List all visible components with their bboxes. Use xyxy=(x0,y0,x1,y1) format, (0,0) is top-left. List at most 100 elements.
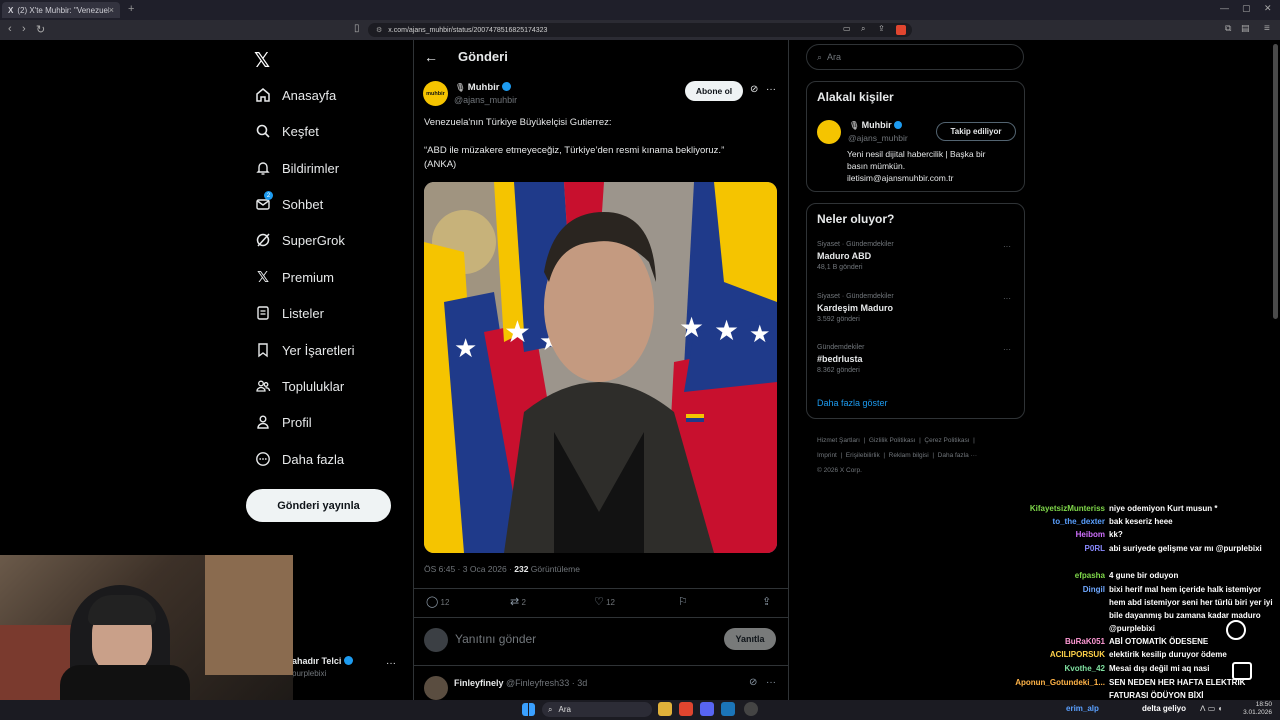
chat-text: delta geliyo xyxy=(1142,704,1187,713)
svg-text:★: ★ xyxy=(679,311,704,344)
obs-icon[interactable] xyxy=(744,702,758,716)
reply-input[interactable]: Yanıtını gönder xyxy=(455,632,536,646)
trend-item[interactable]: Siyaset · Gündemdekiler Kardeşim Maduro … xyxy=(817,293,1017,323)
nav-item-lists[interactable]: Listeler xyxy=(254,301,324,325)
following-button[interactable]: Takip ediliyor xyxy=(936,122,1016,141)
bookmark-action-icon[interactable]: ⚐ xyxy=(678,595,688,608)
account-more-icon[interactable]: ··· xyxy=(386,658,396,669)
tab-close-icon[interactable]: × xyxy=(109,5,114,15)
related-avatar[interactable] xyxy=(817,120,841,144)
post-time[interactable]: ÖS 6:45 · 3 Oca 2026 · xyxy=(424,564,514,574)
show-more-link[interactable]: Daha fazla göster xyxy=(817,398,888,408)
related-name-row[interactable]: 🎙 Muhbir xyxy=(849,120,903,130)
nav-item-premium[interactable]: 𝕏 Premium xyxy=(254,265,334,289)
browser-tab-active[interactable]: X (2) X'te Muhbir: "Venezuela'n × xyxy=(2,2,120,18)
reply-more-icon[interactable]: ··· xyxy=(766,677,776,688)
trend-more-icon[interactable]: ··· xyxy=(1003,242,1011,251)
x-logo-icon[interactable]: 𝕏 xyxy=(254,48,270,73)
nav-item-chat[interactable]: 2 Sohbet xyxy=(254,191,323,216)
nav-item-notifications[interactable]: Bildirimler xyxy=(254,156,339,180)
clock[interactable]: 18:50 3.01.2026 xyxy=(1242,701,1272,717)
author-handle[interactable]: @ajans_muhbir xyxy=(454,95,517,105)
chat-text: kk? xyxy=(1109,530,1123,539)
clock-time: 18:50 xyxy=(1255,701,1272,708)
trend-item[interactable]: Siyaset · Gündemdekiler Maduro ABD 48,1 … xyxy=(817,241,1017,271)
minimize-icon[interactable]: — xyxy=(1220,3,1229,13)
reply-author-row[interactable]: Finleyfinely @Finleyfresh33 · 3d xyxy=(454,678,587,688)
nav-label: Listeler xyxy=(282,305,324,321)
zoom-icon[interactable]: ⌕ xyxy=(861,24,865,34)
reply-author-avatar[interactable] xyxy=(424,676,448,700)
communities-icon xyxy=(254,377,272,395)
back-arrow-icon[interactable]: ← xyxy=(424,49,438,65)
author-name-row[interactable]: 🎙 Muhbir xyxy=(455,82,512,93)
chat-text: abi suriyede gelişme var mı @purplebixi xyxy=(1109,544,1262,553)
share-icon[interactable]: ⇪ xyxy=(878,24,885,33)
verified-icon xyxy=(502,82,512,91)
chat-message: KifayetsizMunteriss niye odemiyon Kurt m… xyxy=(980,502,1280,515)
file-explorer-icon[interactable] xyxy=(658,702,672,716)
share-action-icon[interactable]: ⇪ xyxy=(762,595,771,608)
tray-icons[interactable]: ᐱ ▭ ◖ xyxy=(1200,704,1222,713)
trend-title: Kardeşim Maduro xyxy=(817,303,894,313)
footer-links[interactable]: Hizmet Şartları | Gizlilik Politikası | … xyxy=(817,433,1022,448)
post-button[interactable]: Gönderi yayınla xyxy=(246,489,391,522)
scrollbar-thumb[interactable] xyxy=(1273,44,1278,319)
brave-browser-icon[interactable] xyxy=(679,702,693,716)
grok-icon[interactable]: ⊘ xyxy=(750,84,758,95)
verified-icon xyxy=(343,656,353,665)
nav-item-profile[interactable]: Profil xyxy=(254,410,312,434)
trend-item[interactable]: Gündemdekiler #bedrlusta 8.362 gönderi xyxy=(817,344,1017,374)
sidebar-icon[interactable]: ▤ xyxy=(1241,23,1250,34)
chat-text: ABİ OTOMATİK ÖDESENE xyxy=(1109,637,1209,646)
reload-icon[interactable]: ↻ xyxy=(36,23,45,36)
brave-shield-icon[interactable] xyxy=(896,25,906,35)
bookmark-page-icon[interactable]: ▯ xyxy=(354,23,360,34)
reader-icon[interactable]: ▭ xyxy=(843,24,851,33)
search-input[interactable]: ⌕ Ara xyxy=(806,44,1024,70)
post-image[interactable]: ★ ★ ★ ★ ★ ★ xyxy=(424,182,777,553)
like-action[interactable]: ♡ 12 xyxy=(594,595,615,608)
window-close-icon[interactable]: ✕ xyxy=(1264,3,1272,14)
svg-text:★: ★ xyxy=(504,315,531,350)
nav-item-more[interactable]: Daha fazla xyxy=(254,447,344,471)
forward-icon[interactable]: › xyxy=(22,23,26,35)
trend-more-icon[interactable]: ··· xyxy=(1003,294,1011,303)
streamer-body xyxy=(60,665,190,700)
reply-action[interactable]: ◯ 12 xyxy=(426,595,449,608)
repost-action[interactable]: ⇄ 2 xyxy=(510,595,526,608)
nav-item-bookmarks[interactable]: Yer İşaretleri xyxy=(254,338,355,362)
browser-nav-bar: ‹ › ↻ ▯ ⚙ x.com/ajans_muhbir/status/2007… xyxy=(0,20,1280,40)
reply-button[interactable]: Yanıtla xyxy=(724,628,776,650)
trend-title: #bedrlusta xyxy=(817,354,863,364)
trend-more-icon[interactable]: ··· xyxy=(1003,345,1011,354)
mic-emoji-icon: 🎙 xyxy=(455,83,466,92)
related-bio: Yeni nesil dijital habercilik | Başka bi… xyxy=(847,148,1017,184)
back-icon[interactable]: ‹ xyxy=(8,23,12,35)
trend-title: Maduro ABD xyxy=(817,251,872,261)
discord-icon[interactable] xyxy=(700,702,714,716)
subscribe-button[interactable]: Abone ol xyxy=(685,81,743,101)
account-switcher[interactable]: ahadır Telci purplebixi ··· xyxy=(290,654,405,682)
nav-item-home[interactable]: Anasayfa xyxy=(254,83,336,107)
more-options-icon[interactable]: ··· xyxy=(766,84,776,95)
nav-item-supergrok[interactable]: SuperGrok xyxy=(254,228,345,252)
taskbar-search[interactable]: ⌕ Ara xyxy=(542,702,652,717)
author-avatar[interactable]: muhbir xyxy=(423,81,448,106)
maximize-icon[interactable]: ▢ xyxy=(1242,3,1251,14)
post-text-line: (ANKA) xyxy=(424,159,457,170)
reply-grok-icon[interactable]: ⊘ xyxy=(749,677,757,688)
new-tab-button[interactable]: + xyxy=(128,3,134,15)
site-info-icon[interactable]: ⚙ xyxy=(376,26,382,34)
steam-icon[interactable] xyxy=(721,702,735,716)
extensions-icon[interactable]: ⧉ xyxy=(1225,23,1231,34)
trend-category: Siyaset · Gündemdekiler xyxy=(817,241,894,248)
nav-item-explore[interactable]: Keşfet xyxy=(254,119,319,143)
windows-start-icon[interactable] xyxy=(522,703,535,716)
x-favicon: X xyxy=(8,5,14,15)
address-bar[interactable]: ⚙ x.com/ajans_muhbir/status/200747851682… xyxy=(368,23,912,37)
footer-links[interactable]: Imprint | Erişilebilirlik | Reklam bilgi… xyxy=(817,448,1022,463)
related-name: Muhbir xyxy=(861,120,892,130)
menu-icon[interactable]: ≡ xyxy=(1264,23,1270,34)
nav-item-communities[interactable]: Topluluklar xyxy=(254,374,344,398)
